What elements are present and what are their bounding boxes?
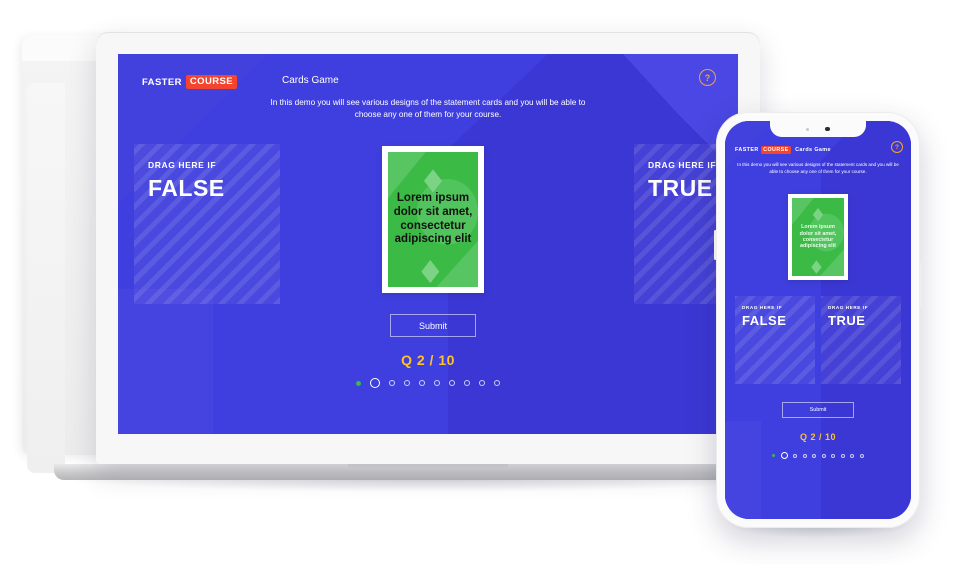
- statement-card[interactable]: Lorem ipsum dolor sit amet, consectetur …: [382, 146, 484, 293]
- question-mark-icon: ?: [704, 72, 711, 83]
- phone-screen: FASTER COURSE Cards Game ? In this demo …: [725, 121, 911, 519]
- laptop-base: [54, 464, 802, 480]
- progress-dots[interactable]: [725, 452, 911, 459]
- statement-card[interactable]: Lorem ipsum dolor sit amet, consectetur …: [788, 194, 848, 280]
- statement-card-face: Lorem ipsum dolor sit amet, consectetur …: [792, 198, 844, 276]
- brand-word-course: COURSE: [761, 146, 791, 154]
- progress-dot-1[interactable]: [356, 380, 361, 386]
- submit-button[interactable]: Submit: [782, 402, 854, 418]
- brand-logo[interactable]: FASTER COURSE Cards Game: [735, 146, 831, 154]
- question-counter: Q 2 / 10: [799, 432, 837, 442]
- dropzone-true-value: TRUE: [828, 313, 866, 328]
- progress-dot-3[interactable]: [793, 453, 798, 458]
- progress-dot-8[interactable]: [464, 380, 470, 386]
- brand-word-faster: FASTER: [735, 146, 759, 153]
- progress-dot-7[interactable]: [831, 453, 836, 458]
- page-description: In this demo you will see various design…: [737, 162, 899, 174]
- dropzone-false-value: FALSE: [148, 175, 225, 201]
- progress-dot-10[interactable]: [859, 453, 864, 458]
- submit-button-label: Submit: [809, 407, 827, 413]
- statement-card-text: Lorem ipsum dolor sit amet, consectetur …: [393, 192, 473, 246]
- progress-dot-2[interactable]: [370, 378, 380, 388]
- brand-word-course: COURSE: [185, 75, 237, 89]
- phone-power-button[interactable]: [919, 262, 922, 308]
- laptop-lid: FASTER COURSE Cards Game In this demo yo…: [96, 32, 760, 464]
- screenshot-stage: FASTER COURSE Cards Game In this demo yo…: [0, 0, 972, 564]
- dropzone-false[interactable]: DRAG HERE IF FALSE: [735, 296, 815, 384]
- laptop-shadow: [56, 478, 800, 492]
- progress-dot-6[interactable]: [821, 453, 826, 458]
- background-device-edge: [27, 83, 65, 473]
- question-counter: Q 2 / 10: [401, 352, 455, 368]
- phone-body: FASTER COURSE Cards Game ? In this demo …: [714, 112, 922, 528]
- dropzone-false-label: DRAG HERE IF: [742, 305, 783, 310]
- dropzone-false-label: DRAG HERE IF: [148, 160, 217, 170]
- progress-dot-4[interactable]: [404, 380, 410, 386]
- phone-sensor-icon: [806, 127, 810, 131]
- desktop-screen: FASTER COURSE Cards Game In this demo yo…: [118, 54, 738, 434]
- progress-dot-5[interactable]: [812, 453, 817, 458]
- phone-mockup: FASTER COURSE Cards Game ? In this demo …: [714, 112, 922, 538]
- page-title: Cards Game: [282, 75, 339, 86]
- brand-word-faster: FASTER: [142, 76, 182, 88]
- page-description: In this demo you will see various design…: [270, 98, 586, 119]
- progress-dot-10[interactable]: [494, 380, 500, 386]
- progress-dot-7[interactable]: [449, 380, 455, 386]
- phone-volume-button[interactable]: [714, 230, 717, 260]
- progress-dot-9[interactable]: [479, 380, 485, 386]
- progress-dot-6[interactable]: [434, 380, 440, 386]
- submit-button-label: Submit: [418, 320, 447, 331]
- progress-dot-8[interactable]: [840, 453, 845, 458]
- dropzone-false-value: FALSE: [742, 313, 787, 328]
- question-mark-icon: ?: [895, 143, 899, 151]
- brand-logo[interactable]: FASTER COURSE: [142, 75, 237, 89]
- progress-dot-2[interactable]: [780, 452, 788, 459]
- progress-dot-9[interactable]: [850, 453, 855, 458]
- progress-dot-1[interactable]: [772, 454, 776, 457]
- help-button[interactable]: ?: [699, 69, 716, 86]
- progress-dot-3[interactable]: [389, 380, 395, 386]
- statement-card-face: Lorem ipsum dolor sit amet, consectetur …: [388, 152, 478, 287]
- dropzone-true-label: DRAG HERE IF: [828, 305, 869, 310]
- submit-button[interactable]: Submit: [390, 314, 476, 337]
- laptop-mockup: FASTER COURSE Cards Game In this demo yo…: [54, 32, 802, 492]
- progress-dots[interactable]: [118, 378, 738, 388]
- phone-notch: [770, 121, 866, 137]
- dropzone-false[interactable]: DRAG HERE IF FALSE: [134, 144, 280, 304]
- page-title: Cards Game: [795, 146, 831, 153]
- statement-card-text: Lorem ipsum dolor sit amet, consectetur …: [799, 224, 837, 250]
- phone-camera-icon: [825, 126, 830, 132]
- help-button[interactable]: ?: [891, 141, 903, 153]
- progress-dot-5[interactable]: [419, 380, 425, 386]
- progress-dot-4[interactable]: [802, 453, 807, 458]
- dropzone-true[interactable]: DRAG HERE IF TRUE: [821, 296, 901, 384]
